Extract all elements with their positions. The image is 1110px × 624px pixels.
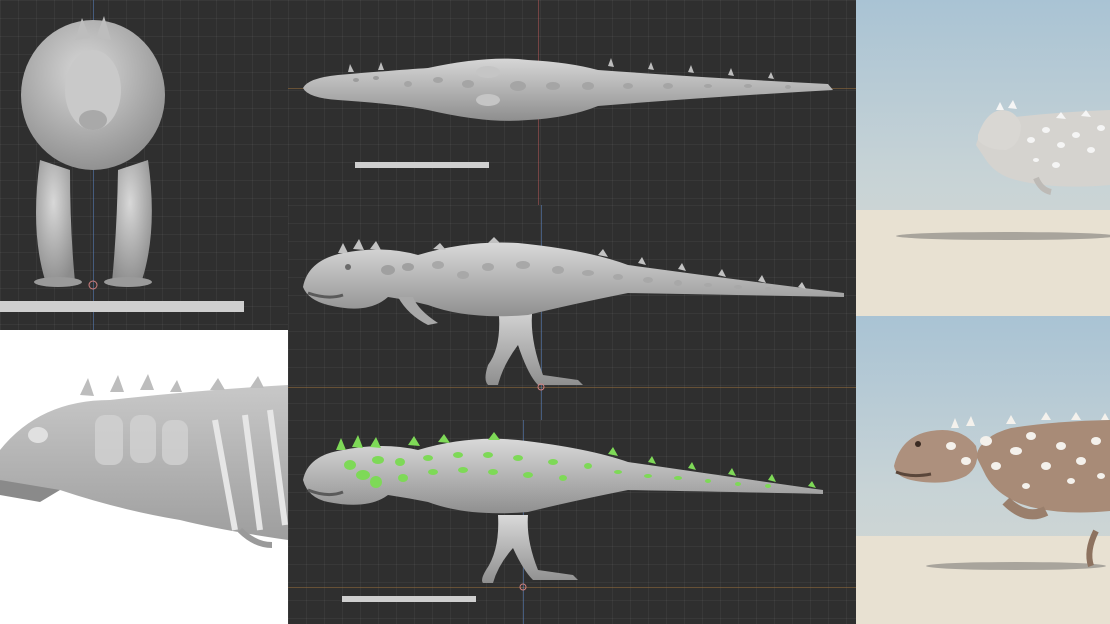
side-view-model <box>303 237 844 391</box>
side-view-viewport <box>288 205 856 420</box>
scale-bar <box>342 596 476 602</box>
side-view-highlighted-model <box>303 432 823 591</box>
head-xray-panel <box>0 330 288 624</box>
top-view-viewport <box>288 0 856 205</box>
front-view-viewport <box>0 0 288 330</box>
render-plain-model <box>896 100 1110 240</box>
front-view-model <box>21 16 165 290</box>
side-view-highlighted-viewport <box>288 420 856 624</box>
scale-bar <box>355 162 489 168</box>
render-textured-panel <box>856 316 1110 624</box>
head-skeleton-model <box>0 374 288 548</box>
render-plain-panel <box>856 0 1110 316</box>
top-view-model <box>303 58 833 121</box>
render-textured-model <box>894 412 1110 570</box>
scale-bar <box>0 301 244 312</box>
